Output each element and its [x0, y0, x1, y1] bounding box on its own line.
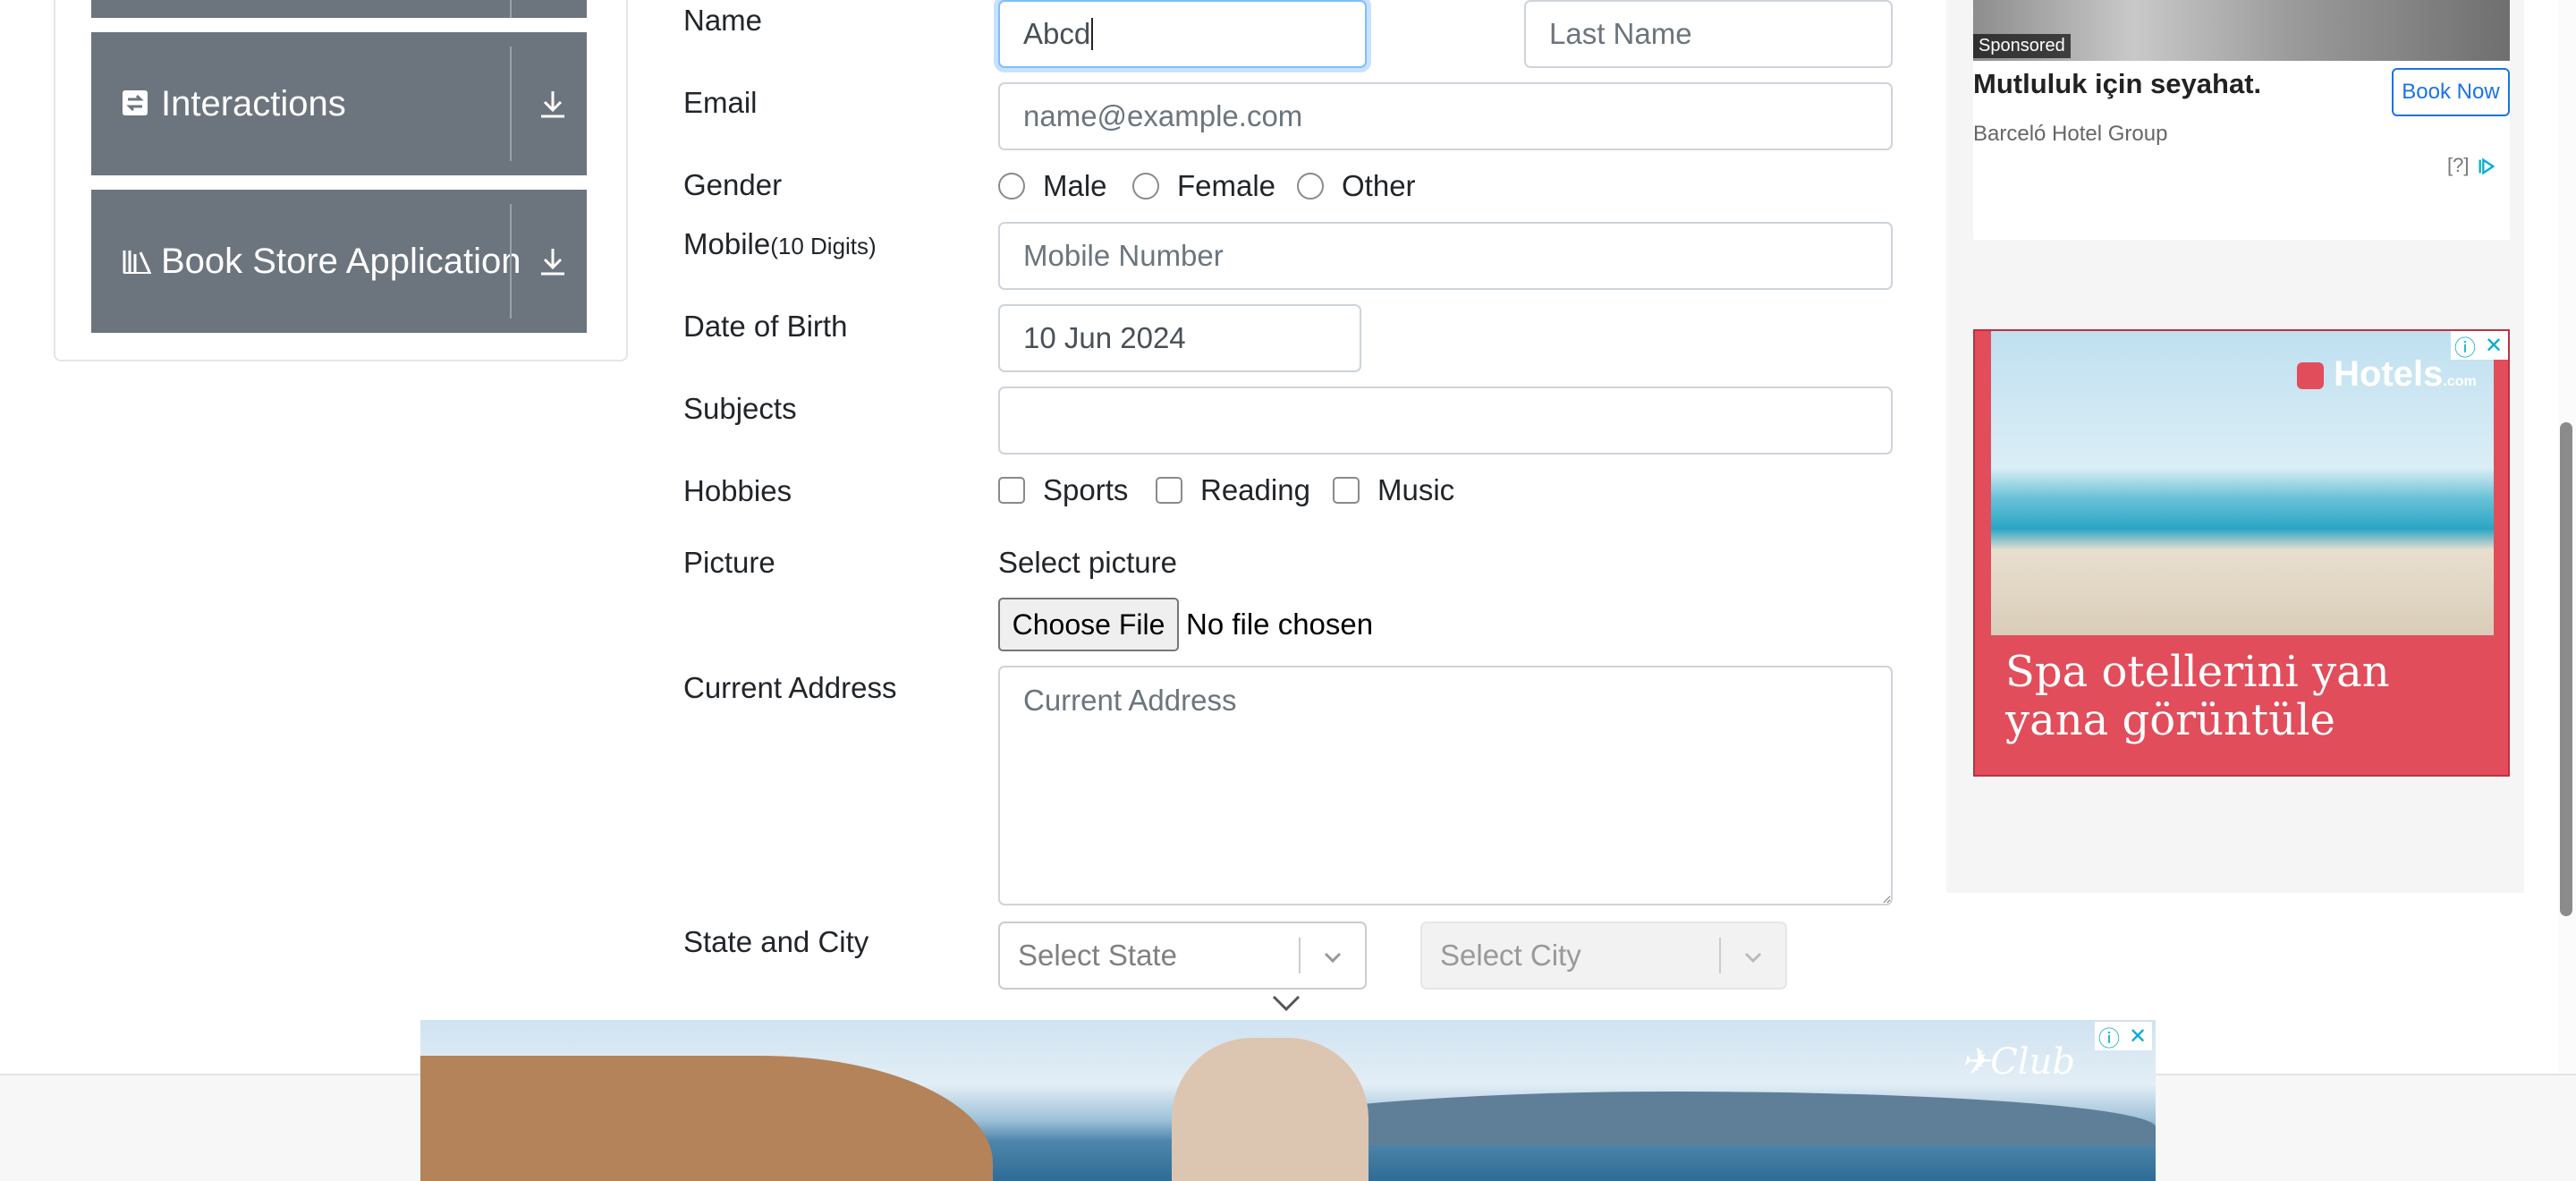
hotels-brand-suffix: .com [2443, 374, 2477, 389]
sidebar-item-label: Book Store Application [161, 242, 521, 281]
divider [510, 47, 512, 161]
sidebar-item-label: Interactions [161, 84, 346, 123]
choose-file-button[interactable]: Choose File [998, 598, 1179, 651]
checkbox[interactable] [998, 477, 1025, 504]
checkbox[interactable] [1333, 477, 1360, 504]
interactions-icon [123, 90, 148, 115]
mobile-label-text: Mobile [683, 227, 771, 260]
download-icon[interactable] [537, 245, 569, 277]
divider [510, 0, 512, 18]
option-label: Male [1043, 169, 1107, 202]
hotels-brand: Hotels.com [2297, 354, 2477, 395]
close-icon[interactable]: ✕ [2479, 331, 2508, 360]
adchoices-icon [2479, 157, 2495, 175]
book-now-button[interactable]: Book Now [2392, 68, 2510, 116]
email-placeholder: name@example.com [1023, 99, 1303, 132]
gender-female-option[interactable]: Female [1132, 166, 1275, 206]
radio-button[interactable] [1132, 173, 1159, 200]
ad-info-icon[interactable]: ⓘ [2451, 331, 2479, 361]
address-label: Current Address [683, 671, 897, 704]
chevron-down-icon [1744, 952, 1762, 964]
subjects-label: Subjects [683, 392, 797, 425]
hobby-sports-option[interactable]: Sports [998, 471, 1128, 510]
divider [510, 204, 512, 319]
city-placeholder: Select City [1440, 939, 1581, 972]
gender-label: Gender [683, 168, 783, 201]
ad-choices[interactable]: [?] [2447, 154, 2498, 177]
dob-value: 10 Jun 2024 [1023, 321, 1186, 354]
hotels-headline: Spa otellerini yan yana görüntüle [2005, 647, 2390, 745]
checkbox[interactable] [1156, 477, 1182, 504]
close-icon[interactable]: ✕ [2123, 1022, 2152, 1050]
email-label: Email [683, 86, 758, 119]
state-select[interactable]: Select State [998, 922, 1367, 990]
ad-advertiser: Barceló Hotel Group [1973, 122, 2168, 146]
first-name-input[interactable]: Abcd [998, 0, 1367, 68]
hotels-brand-text: Hotels [2334, 354, 2444, 394]
option-label: Sports [1043, 473, 1129, 506]
divider [1719, 938, 1721, 973]
books-icon [123, 251, 151, 274]
first-name-value: Abcd [1023, 17, 1091, 50]
gender-other-option[interactable]: Other [1297, 166, 1416, 206]
state-placeholder: Select State [1018, 939, 1177, 972]
option-label: Other [1342, 169, 1416, 202]
mobile-label: Mobile(10 Digits) [683, 225, 877, 265]
option-label: Reading [1200, 473, 1310, 506]
hotels-ad[interactable]: Hotels.com Spa otellerini yan yana görün… [1973, 329, 2510, 777]
mobile-hint: (10 Digits) [770, 233, 877, 259]
mobile-placeholder: Mobile Number [1023, 239, 1224, 272]
ad-choices-text: [?] [2447, 154, 2470, 176]
last-name-placeholder: Last Name [1549, 17, 1692, 50]
picture-label: Picture [683, 546, 775, 579]
club-brand: ✈Club [1961, 1041, 2075, 1083]
gender-male-option[interactable]: Male [998, 166, 1107, 206]
select-picture-text: Select picture [998, 546, 1177, 579]
rock-shape [420, 1056, 993, 1181]
chevron-down-icon[interactable] [1270, 991, 1302, 1016]
ad-info-icon[interactable]: ⓘ [2095, 1022, 2123, 1051]
dob-label: Date of Birth [683, 310, 848, 343]
radio-button[interactable] [998, 173, 1025, 200]
download-icon[interactable] [537, 88, 569, 120]
chevron-down-icon [1324, 952, 1342, 964]
hobby-reading-option[interactable]: Reading [1156, 471, 1310, 510]
state-city-label: State and City [683, 925, 869, 958]
no-file-text: No file chosen [1186, 607, 1374, 641]
hotels-logo-icon [2297, 362, 2324, 390]
name-label: Name [683, 4, 763, 37]
sidebar-item-previous[interactable] [91, 0, 587, 18]
last-name-input[interactable]: Last Name [1524, 0, 1893, 68]
sidebar-item-interactions[interactable]: Interactions [91, 32, 587, 175]
subjects-input[interactable] [998, 387, 1893, 455]
option-label: Music [1377, 473, 1455, 506]
city-select[interactable]: Select City [1420, 922, 1787, 990]
club-brand-text: Club [1990, 1041, 2075, 1083]
email-input[interactable]: name@example.com [998, 82, 1893, 150]
divider [1299, 938, 1301, 973]
people-image [1172, 1038, 1368, 1181]
hobbies-label: Hobbies [683, 474, 792, 507]
text-cursor [1091, 18, 1094, 50]
sidebar-item-book-store[interactable]: Book Store Application [91, 190, 587, 333]
current-address-textarea[interactable] [998, 666, 1893, 905]
plane-icon: ✈ [1960, 1041, 1991, 1083]
ad-title[interactable]: Mutluluk için seyahat. [1973, 68, 2261, 100]
scrollbar-thumb[interactable] [2560, 422, 2572, 916]
sponsored-badge: Sponsored [1973, 34, 2071, 58]
mobile-input[interactable]: Mobile Number [998, 222, 1893, 290]
club-banner-ad[interactable]: ✈Club [420, 1020, 2156, 1181]
radio-button[interactable] [1297, 173, 1324, 200]
option-label: Female [1177, 169, 1276, 202]
hobby-music-option[interactable]: Music [1333, 471, 1454, 510]
dob-input[interactable]: 10 Jun 2024 [998, 304, 1361, 372]
